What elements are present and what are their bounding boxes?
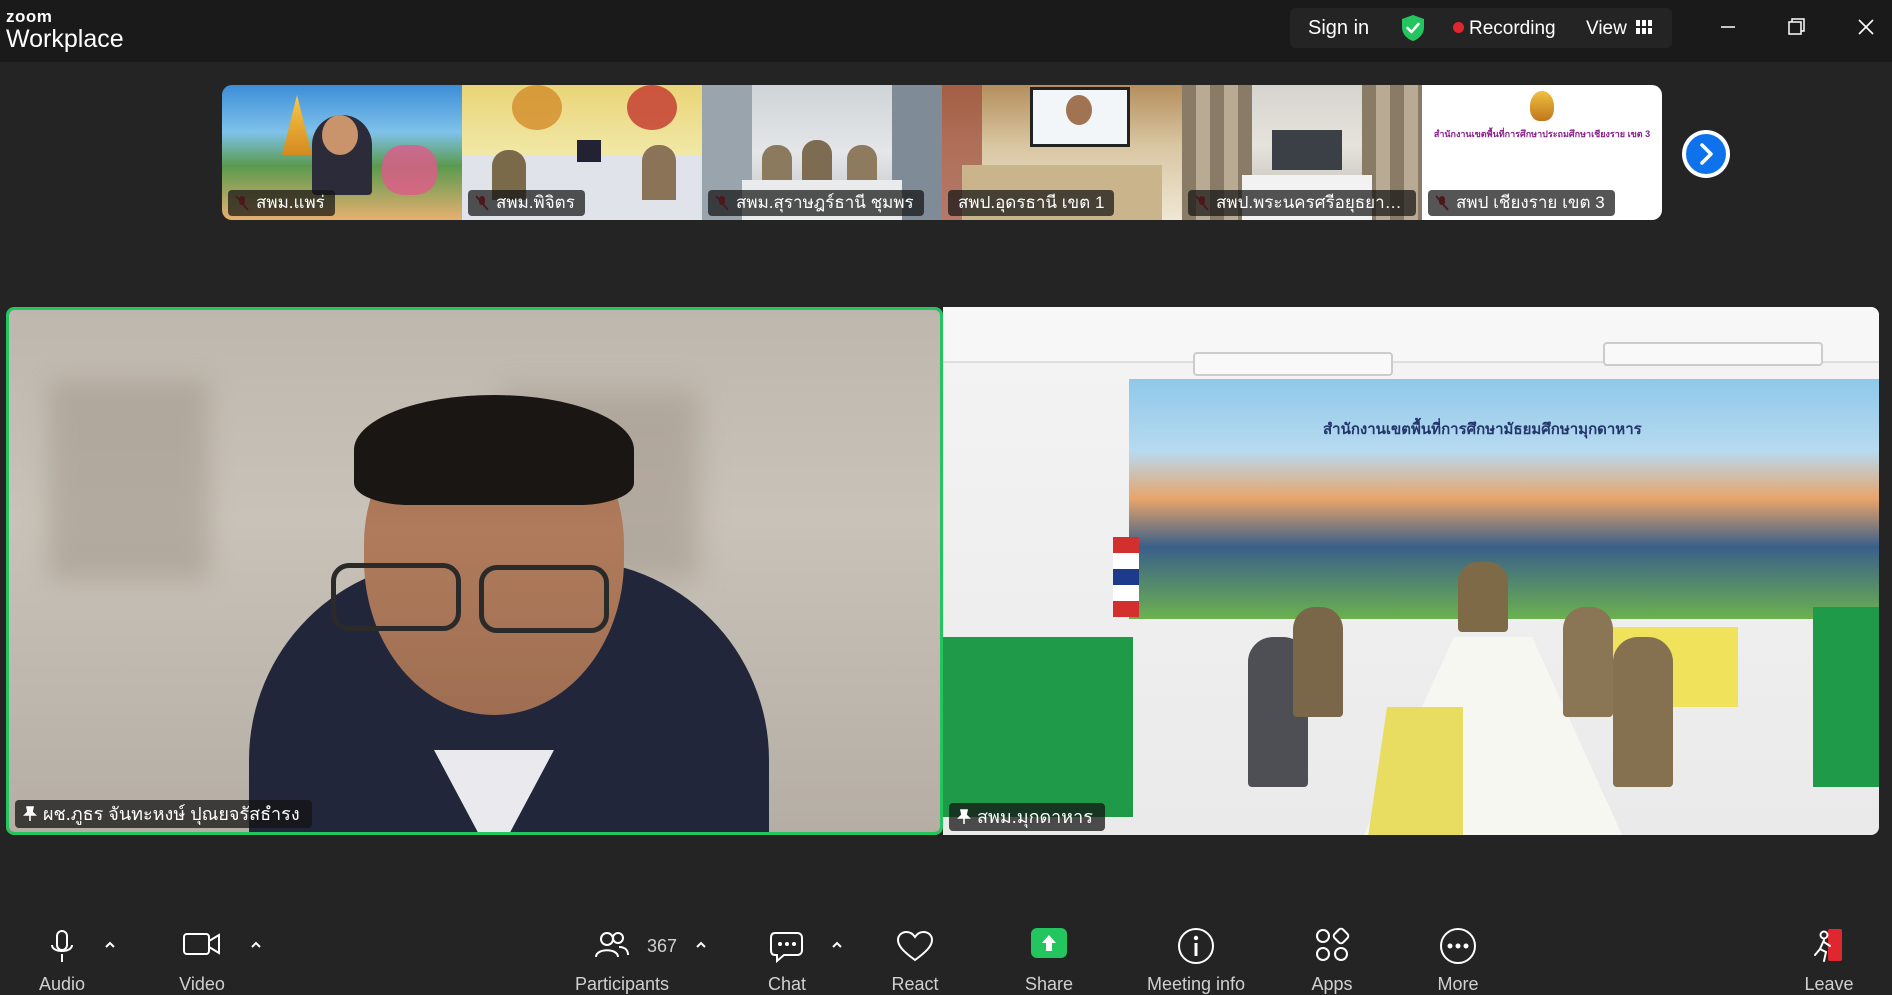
microphone-icon: [51, 930, 73, 962]
leave-label: Leave: [1804, 974, 1854, 994]
participant-name: สพม.แพร่: [228, 190, 335, 216]
grid-view-icon[interactable]: [1635, 18, 1653, 36]
share-screen-icon: [1031, 928, 1067, 958]
react-button[interactable]: React: [875, 910, 955, 994]
share-label: Share: [1024, 974, 1074, 994]
participant-name-tag: สพม.มุกดาหาร: [949, 803, 1105, 831]
video-feed: [9, 310, 940, 832]
chat-options-chevron-up-icon[interactable]: [830, 938, 844, 952]
recording-indicator[interactable]: Recording: [1469, 18, 1556, 40]
title-bar-controls: Sign in Recording View: [1290, 8, 1672, 48]
brand-large: Workplace: [6, 25, 124, 53]
participant-thumbnail[interactable]: สพม.แพร่: [222, 85, 462, 220]
speaker-name-tag: ผช.ภูธร จันทะหงษ์ ปุณยจรัสธำรง: [15, 800, 312, 828]
chevron-right-icon: [1700, 143, 1713, 165]
leave-button[interactable]: Leave: [1789, 910, 1869, 994]
encryption-shield-icon[interactable]: [1400, 14, 1426, 42]
participant-name: สพม.สุราษฎร์ธานี ชุมพร: [708, 190, 924, 216]
audio-button[interactable]: Audio: [22, 910, 102, 994]
react-label: React: [891, 974, 939, 994]
participant-thumbnail[interactable]: สำนักงานเขตพื้นที่การศึกษาประถมศึกษาเชีย…: [1422, 85, 1662, 220]
pin-icon: [957, 809, 971, 824]
participant-thumbnail[interactable]: สพม.สุราษฎร์ธานี ชุมพร: [702, 85, 942, 220]
more-button[interactable]: More: [1418, 910, 1498, 994]
video-camera-icon: [183, 933, 220, 955]
meeting-info-label: Meeting info: [1146, 974, 1246, 994]
chat-label: Chat: [767, 974, 807, 994]
info-icon: [1178, 928, 1214, 964]
chat-bubble-icon: [770, 932, 803, 964]
sign-in-button[interactable]: Sign in: [1308, 17, 1369, 40]
video-feed: สำนักงานเขตพื้นที่การศึกษามัธยมศึกษามุกด…: [943, 307, 1879, 835]
app-logo: zoom Workplace: [6, 8, 124, 52]
share-button[interactable]: Share: [1009, 910, 1089, 994]
participant-name: สพป.อุดรธานี เขต 1: [948, 190, 1115, 216]
recording-dot-icon: [1453, 22, 1464, 33]
restore-icon[interactable]: [1778, 12, 1814, 42]
meeting-toolbar: Audio Video Participants 367 Chat React …: [0, 910, 1892, 994]
participant-video[interactable]: สำนักงานเขตพื้นที่การศึกษามัธยมศึกษามุกด…: [943, 307, 1879, 835]
more-dots-icon: [1440, 928, 1476, 964]
brand-small: zoom: [6, 7, 53, 26]
audio-options-chevron-up-icon[interactable]: [103, 938, 117, 952]
participants-options-chevron-up-icon[interactable]: [694, 938, 708, 952]
thumbnail-banner: สำนักงานเขตพื้นที่การศึกษาประถมศึกษาเชีย…: [1433, 129, 1651, 139]
participant-name: สพม.มุกดาหาร: [977, 807, 1093, 827]
speaker-name: ผช.ภูธร จันทะหงษ์ ปุณยจรัสธำรง: [43, 804, 300, 824]
meeting-info-button[interactable]: Meeting info: [1136, 910, 1256, 994]
heart-icon: [896, 930, 934, 962]
participant-name: สพป.พระนครศรีอยุธยา เข...: [1188, 190, 1416, 216]
participants-icon: [595, 932, 629, 958]
next-page-button[interactable]: [1682, 130, 1730, 178]
wall-banner: สำนักงานเขตพื้นที่การศึกษามัธยมศึกษามุกด…: [1323, 421, 1642, 438]
apps-button[interactable]: Apps: [1292, 910, 1372, 994]
minimize-icon[interactable]: [1710, 12, 1746, 42]
audio-label: Audio: [38, 974, 86, 994]
participant-name: สพม.พิจิตร: [468, 190, 585, 216]
title-bar: zoom Workplace Sign in Recording View: [0, 0, 1892, 62]
participants-count: 367: [647, 936, 678, 956]
close-icon[interactable]: [1848, 12, 1884, 42]
participant-thumbnail-strip: สพม.แพร่ สพม.พิจิตร สพม.สุราษฎร์ธานี ชุม…: [222, 85, 1662, 220]
apps-icon: [1316, 927, 1350, 961]
video-button[interactable]: Video: [162, 910, 242, 994]
arrow-up-icon: [1042, 935, 1056, 951]
apps-label: Apps: [1311, 974, 1353, 994]
leave-door-icon: [1814, 929, 1842, 962]
participant-name: สพป เชียงราย เขต 3: [1428, 190, 1615, 216]
participant-thumbnail[interactable]: สพม.พิจิตร: [462, 85, 702, 220]
more-label: More: [1437, 974, 1479, 994]
participant-thumbnail[interactable]: สพป.พระนครศรีอยุธยา เข...: [1182, 85, 1422, 220]
video-options-chevron-up-icon[interactable]: [249, 938, 263, 952]
org-emblem-icon: [1530, 91, 1554, 121]
active-speaker-video[interactable]: ผช.ภูธร จันทะหงษ์ ปุณยจรัสธำรง: [6, 307, 943, 835]
view-button[interactable]: View: [1586, 18, 1627, 40]
participant-thumbnail[interactable]: สพป.อุดรธานี เขต 1: [942, 85, 1182, 220]
pin-icon: [23, 806, 37, 821]
chat-button[interactable]: Chat: [747, 910, 827, 994]
participants-label: Participants: [574, 974, 670, 994]
video-label: Video: [179, 974, 225, 994]
